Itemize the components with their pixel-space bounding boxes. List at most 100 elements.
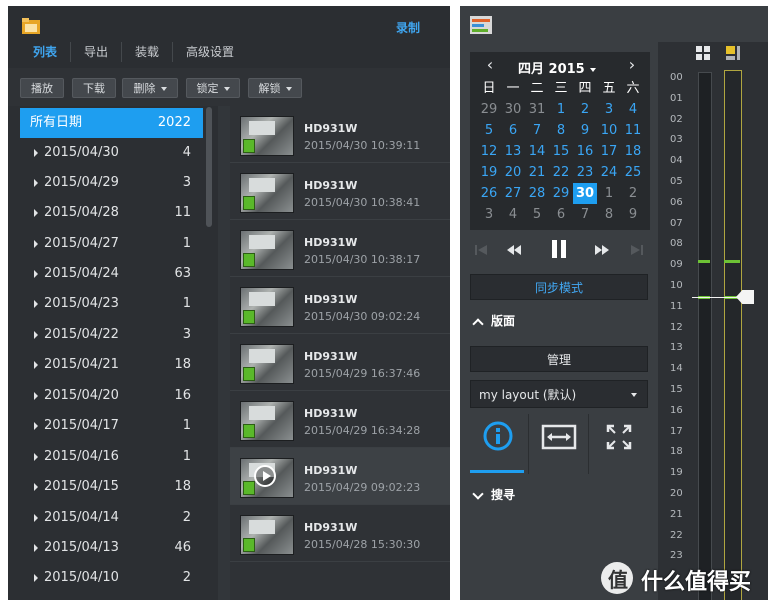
expand-arrow-icon[interactable] <box>34 208 38 217</box>
expand-arrow-icon[interactable] <box>34 148 38 157</box>
play-button[interactable]: 播放 <box>20 78 64 98</box>
calendar-day[interactable]: 2 <box>573 99 597 120</box>
calendar-day[interactable]: 1 <box>597 183 621 204</box>
calendar-day[interactable]: 4 <box>501 204 525 225</box>
clip-item[interactable]: HD931W 2015/04/30 10:38:41 <box>230 163 450 220</box>
calendar-day[interactable]: 19 <box>477 162 501 183</box>
calendar-day[interactable]: 16 <box>573 141 597 162</box>
play-circle-icon[interactable] <box>254 465 276 487</box>
expand-arrow-icon[interactable] <box>34 543 38 552</box>
calendar-day[interactable]: 6 <box>549 204 573 225</box>
grid-view-icon[interactable] <box>696 46 710 60</box>
calendar-day[interactable]: 29 <box>477 99 501 120</box>
calendar-day[interactable]: 1 <box>549 99 573 120</box>
calendar-day[interactable]: 11 <box>621 120 645 141</box>
layout-select[interactable]: my layout (默认) <box>470 380 648 408</box>
clip-item[interactable]: HD931W 2015/04/28 15:30:30 <box>230 505 450 562</box>
search-section-header[interactable]: 搜寻 <box>472 486 515 504</box>
timeline-track-1[interactable] <box>698 72 712 600</box>
calendar-day[interactable]: 18 <box>621 141 645 162</box>
expand-arrow-icon[interactable] <box>34 360 38 369</box>
calendar-day[interactable]: 28 <box>525 183 549 204</box>
fullscreen-icon[interactable] <box>590 414 648 472</box>
clip-item-selected[interactable]: HD931W 2015/04/29 09:02:23 <box>230 448 450 505</box>
unlock-button[interactable]: 解锁 <box>248 78 302 98</box>
info-icon[interactable] <box>470 414 528 472</box>
calendar-day[interactable]: 25 <box>621 162 645 183</box>
calendar-day[interactable]: 30 <box>501 99 525 120</box>
date-item-all[interactable]: 所有日期 2022 <box>20 108 203 138</box>
expand-arrow-icon[interactable] <box>34 513 38 522</box>
calendar-day[interactable]: 29 <box>549 183 573 204</box>
date-item[interactable]: 2015/04/15 18 <box>20 472 203 502</box>
layout-section-header[interactable]: 版面 <box>472 312 515 330</box>
fast-forward-icon[interactable] <box>592 242 612 258</box>
date-item[interactable]: 2015/04/14 2 <box>20 503 203 533</box>
expand-arrow-icon[interactable] <box>34 391 38 400</box>
clip-item[interactable]: HD931W 2015/04/30 10:39:11 <box>230 106 450 163</box>
calendar-day[interactable]: 5 <box>477 120 501 141</box>
date-item[interactable]: 2015/04/20 16 <box>20 381 203 411</box>
date-item[interactable]: 2015/04/23 1 <box>20 289 203 319</box>
date-item[interactable]: 2015/04/29 3 <box>20 168 203 198</box>
timeline[interactable]: 00 01 02 03 04 05 06 07 08 09 10 11 12 13 14 15 16 17 18 19… <box>658 42 768 600</box>
expand-arrow-icon[interactable] <box>34 330 38 339</box>
tab-export[interactable]: 导出 <box>70 42 121 62</box>
date-item[interactable]: 2015/04/21 18 <box>20 350 203 380</box>
next-month-icon[interactable]: › <box>622 54 642 78</box>
calendar-day[interactable]: 14 <box>525 141 549 162</box>
date-item[interactable]: 2015/04/28 11 <box>20 198 203 228</box>
tab-advanced-settings[interactable]: 高级设置 <box>172 42 247 62</box>
timeline-track-2[interactable] <box>724 70 742 600</box>
calendar-day[interactable]: 31 <box>525 99 549 120</box>
calendar-day[interactable]: 24 <box>597 162 621 183</box>
fit-width-icon[interactable] <box>530 414 588 472</box>
calendar-day[interactable]: 13 <box>501 141 525 162</box>
manage-button[interactable]: 管理 <box>470 346 648 372</box>
calendar-day[interactable]: 5 <box>525 204 549 225</box>
calendar-day[interactable]: 8 <box>549 120 573 141</box>
sync-mode-button[interactable]: 同步模式 <box>470 274 648 300</box>
date-item[interactable]: 2015/04/30 4 <box>20 138 203 168</box>
calendar-day[interactable]: 7 <box>573 204 597 225</box>
calendar-day[interactable]: 3 <box>597 99 621 120</box>
date-list-scrollbar[interactable] <box>206 107 212 227</box>
calendar-day[interactable]: 6 <box>501 120 525 141</box>
calendar-day[interactable]: 15 <box>549 141 573 162</box>
date-item[interactable]: 2015/04/13 46 <box>20 533 203 563</box>
calendar-day[interactable]: 9 <box>573 120 597 141</box>
calendar-day[interactable]: 12 <box>477 141 501 162</box>
delete-button[interactable]: 删除 <box>122 78 178 98</box>
date-item[interactable]: 2015/04/10 2 <box>20 563 203 593</box>
skip-start-icon[interactable] <box>472 242 492 258</box>
calendar-day[interactable]: 23 <box>573 162 597 183</box>
clip-item[interactable]: HD931W 2015/04/29 16:37:46 <box>230 334 450 391</box>
calendar-day[interactable]: 21 <box>525 162 549 183</box>
calendar-day-selected[interactable]: 30 <box>573 183 597 204</box>
calendar-day[interactable]: 4 <box>621 99 645 120</box>
recording-marker[interactable] <box>724 260 740 263</box>
calendar-day[interactable]: 22 <box>549 162 573 183</box>
calendar-day[interactable]: 17 <box>597 141 621 162</box>
lock-button[interactable]: 锁定 <box>186 78 240 98</box>
calendar-day[interactable]: 8 <box>597 204 621 225</box>
calendar-day[interactable]: 26 <box>477 183 501 204</box>
pause-icon[interactable] <box>548 238 570 260</box>
calendar-day[interactable]: 20 <box>501 162 525 183</box>
previous-month-icon[interactable]: ‹ <box>480 54 500 78</box>
single-view-icon[interactable] <box>726 46 740 60</box>
expand-arrow-icon[interactable] <box>34 573 38 582</box>
calendar-day[interactable]: 3 <box>477 204 501 225</box>
clip-item[interactable]: HD931W 2015/04/29 16:34:28 <box>230 391 450 448</box>
expand-arrow-icon[interactable] <box>34 452 38 461</box>
calendar-month-select[interactable]: 四月 2015 <box>518 58 596 77</box>
calendar-day[interactable]: 10 <box>597 120 621 141</box>
expand-arrow-icon[interactable] <box>34 269 38 278</box>
date-item[interactable]: 2015/04/27 1 <box>20 229 203 259</box>
date-item[interactable]: 2015/04/24 63 <box>20 259 203 289</box>
calendar-day[interactable]: 9 <box>621 204 645 225</box>
tab-list[interactable]: 列表 <box>20 42 70 62</box>
date-item[interactable]: 2015/04/17 1 <box>20 411 203 441</box>
expand-arrow-icon[interactable] <box>34 482 38 491</box>
date-item[interactable]: 2015/04/22 3 <box>20 320 203 350</box>
